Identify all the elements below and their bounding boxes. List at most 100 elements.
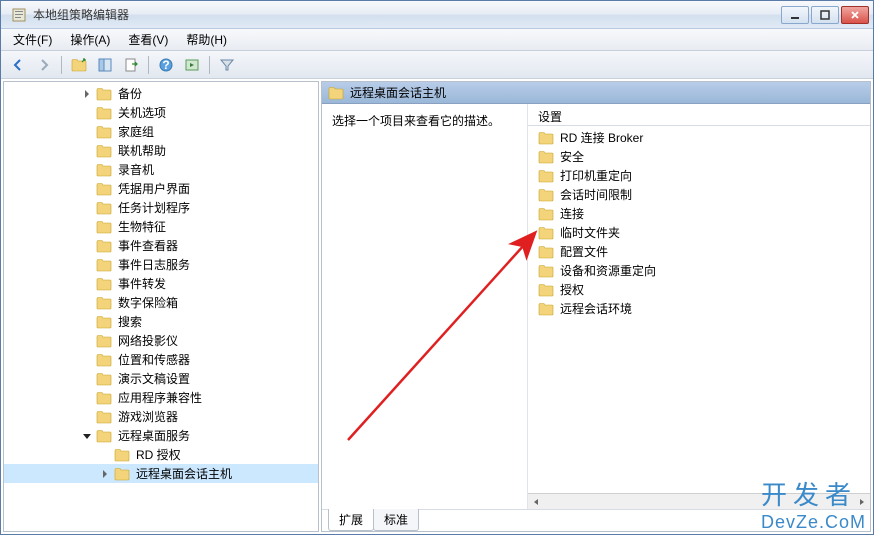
list-item-label: 配置文件 (560, 243, 608, 260)
tree-item[interactable]: RD 授权 (4, 445, 318, 464)
list-item[interactable]: 远程会话环境 (528, 299, 870, 318)
right-pane-title: 远程桌面会话主机 (350, 84, 446, 101)
list-item[interactable]: 临时文件夹 (528, 223, 870, 242)
folder-icon (538, 245, 554, 259)
list-item[interactable]: 设备和资源重定向 (528, 261, 870, 280)
forward-button[interactable] (33, 54, 55, 76)
tree-item[interactable]: 远程桌面会话主机 (4, 464, 318, 483)
window-title: 本地组策略编辑器 (33, 6, 781, 23)
tree-item[interactable]: 事件转发 (4, 274, 318, 293)
folder-icon (538, 302, 554, 316)
tab-extended[interactable]: 扩展 (328, 509, 374, 531)
column-header-settings[interactable]: 设置 (528, 104, 870, 126)
tree-item-label: 网络投影仪 (116, 331, 180, 350)
tree-item-label: 位置和传感器 (116, 350, 192, 369)
menu-file[interactable]: 文件(F) (5, 29, 60, 50)
tree-item[interactable]: 网络投影仪 (4, 331, 318, 350)
folder-icon (96, 201, 112, 215)
tree-item[interactable]: 位置和传感器 (4, 350, 318, 369)
tab-standard[interactable]: 标准 (373, 509, 419, 531)
horizontal-scrollbar[interactable] (528, 493, 870, 509)
tree-item-label: 远程桌面服务 (116, 426, 192, 445)
filter-button[interactable] (216, 54, 238, 76)
tree-item-label: 录音机 (116, 160, 156, 179)
expander-icon[interactable] (80, 429, 94, 443)
tree-pane[interactable]: 备份关机选项家庭组联机帮助录音机凭据用户界面任务计划程序生物特征事件查看器事件日… (3, 81, 319, 532)
list-item[interactable]: 授权 (528, 280, 870, 299)
list-item[interactable]: 连接 (528, 204, 870, 223)
minimize-button[interactable] (781, 6, 809, 24)
tree-item-label: 联机帮助 (116, 141, 168, 160)
menu-help[interactable]: 帮助(H) (178, 29, 235, 50)
close-button[interactable] (841, 6, 869, 24)
tree-item-label: 凭据用户界面 (116, 179, 192, 198)
list-item-label: 设备和资源重定向 (560, 262, 656, 279)
help-button[interactable]: ? (155, 54, 177, 76)
folder-icon (96, 410, 112, 424)
tree-item[interactable]: 演示文稿设置 (4, 369, 318, 388)
show-hide-tree-button[interactable] (94, 54, 116, 76)
tree-item[interactable]: 游戏浏览器 (4, 407, 318, 426)
folder-icon (96, 372, 112, 386)
tree-item[interactable]: 事件查看器 (4, 236, 318, 255)
tree-item[interactable]: 录音机 (4, 160, 318, 179)
titlebar: 本地组策略编辑器 (1, 1, 873, 29)
action-button[interactable] (181, 54, 203, 76)
tree-item[interactable]: 应用程序兼容性 (4, 388, 318, 407)
folder-icon (96, 125, 112, 139)
expander-icon[interactable] (98, 467, 112, 481)
tree-item-label: RD 授权 (134, 445, 183, 464)
folder-icon (538, 207, 554, 221)
list-item-label: RD 连接 Broker (560, 129, 643, 146)
svg-text:?: ? (162, 58, 169, 72)
app-icon (11, 7, 27, 23)
export-button[interactable] (120, 54, 142, 76)
folder-icon (96, 315, 112, 329)
list-item[interactable]: 打印机重定向 (528, 166, 870, 185)
tree-item[interactable]: 凭据用户界面 (4, 179, 318, 198)
tree-item[interactable]: 备份 (4, 84, 318, 103)
folder-icon (96, 334, 112, 348)
tree-item-label: 家庭组 (116, 122, 156, 141)
description-pane: 选择一个项目来查看它的描述。 (322, 104, 528, 509)
tabs: 扩展 标准 (322, 509, 870, 531)
folder-icon (96, 220, 112, 234)
list-item-label: 会话时间限制 (560, 186, 632, 203)
folder-icon (96, 258, 112, 272)
list-item[interactable]: 安全 (528, 147, 870, 166)
folder-icon (538, 188, 554, 202)
tree-item-label: 事件查看器 (116, 236, 180, 255)
menu-view[interactable]: 查看(V) (120, 29, 176, 50)
list-item[interactable]: 配置文件 (528, 242, 870, 261)
folder-icon (96, 277, 112, 291)
tree-item[interactable]: 远程桌面服务 (4, 426, 318, 445)
right-pane: 远程桌面会话主机 选择一个项目来查看它的描述。 设置 RD 连接 Broker安… (321, 81, 871, 532)
tree-item[interactable]: 数字保险箱 (4, 293, 318, 312)
up-button[interactable] (68, 54, 90, 76)
tree-item[interactable]: 联机帮助 (4, 141, 318, 160)
folder-icon (538, 264, 554, 278)
menubar: 文件(F) 操作(A) 查看(V) 帮助(H) (1, 29, 873, 51)
list-item[interactable]: 会话时间限制 (528, 185, 870, 204)
tree-item-label: 事件转发 (116, 274, 168, 293)
tree-item[interactable]: 关机选项 (4, 103, 318, 122)
menu-action[interactable]: 操作(A) (62, 29, 118, 50)
tree-item[interactable]: 搜索 (4, 312, 318, 331)
expander-icon[interactable] (80, 87, 94, 101)
folder-icon (96, 182, 112, 196)
folder-icon (96, 163, 112, 177)
folder-icon (538, 131, 554, 145)
folder-icon (538, 283, 554, 297)
folder-icon (96, 87, 112, 101)
description-text: 选择一个项目来查看它的描述。 (332, 112, 517, 129)
tree-item[interactable]: 生物特征 (4, 217, 318, 236)
tree-item[interactable]: 事件日志服务 (4, 255, 318, 274)
maximize-button[interactable] (811, 6, 839, 24)
back-button[interactable] (7, 54, 29, 76)
tree-item-label: 生物特征 (116, 217, 168, 236)
list-item[interactable]: RD 连接 Broker (528, 128, 870, 147)
folder-icon (96, 391, 112, 405)
tree-item[interactable]: 任务计划程序 (4, 198, 318, 217)
tree-item[interactable]: 家庭组 (4, 122, 318, 141)
folder-icon (96, 239, 112, 253)
